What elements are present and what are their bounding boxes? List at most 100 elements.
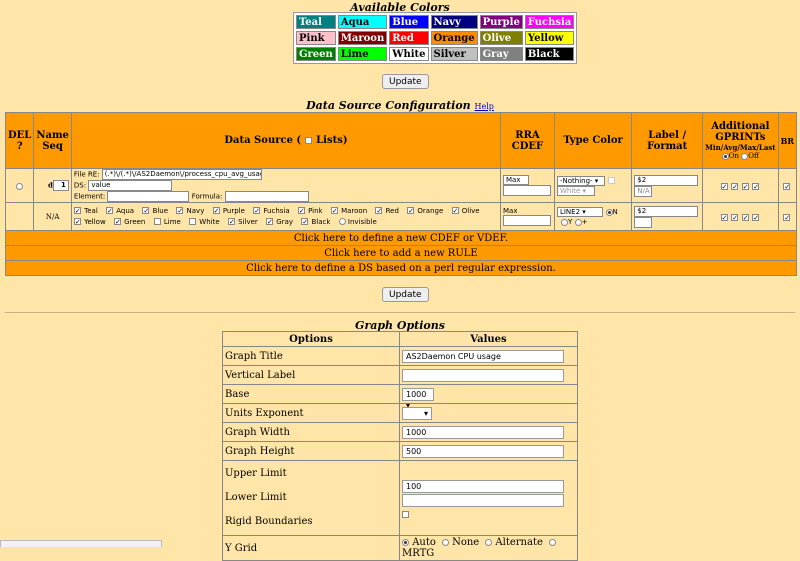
row2-color-checkbox-green[interactable]: ✓ [113,218,121,226]
row2-color-checkbox-black[interactable]: ✓ [301,218,309,226]
row2-gprint-avg[interactable]: ✓ [731,213,739,221]
row1-br-checkbox[interactable]: ✓ [783,182,791,190]
row2-color-checkbox-orange[interactable]: ✓ [407,207,415,215]
gprints-on-radio[interactable] [721,152,729,160]
help-link[interactable]: Help [475,102,494,111]
row2-color-option-purple: ✓ Purple [212,206,245,215]
row2-type-select[interactable]: LINE2 ▾ [556,207,603,217]
rigid-boundaries-checkbox[interactable] [402,511,409,518]
base-label: Base [223,385,399,403]
row1-type-select[interactable]: -Nothing- ▾ [556,175,605,186]
col-gprints: Additional GPRINTs Min/Avg/Max/Last On O… [703,113,778,168]
row2-label-input[interactable]: $2 [634,205,699,217]
lower-limit-input[interactable] [402,494,564,507]
add-rule-link[interactable]: Click here to add a new RULE [6,246,796,260]
row2-color-label-green: Green [124,217,146,226]
col-rra-cdef: RRA CDEF [501,113,554,168]
row2-gprint-last[interactable]: ✓ [752,213,760,221]
row2-color-checkbox-teal[interactable]: ✓ [73,207,81,215]
graph-width-input[interactable]: 1000 [402,425,564,439]
col-data-source-text: Data Source ( [224,135,302,146]
row2-radio-plus[interactable] [574,218,582,226]
row2-color-checkbox-red[interactable]: ✓ [375,207,383,215]
row2-br-checkbox[interactable]: ✓ [783,213,791,221]
formula-input[interactable] [224,191,309,202]
row1-seq-input[interactable]: 1 [52,180,69,191]
row1-type-value: -Nothing- [559,176,593,185]
graph-height-input[interactable]: 500 [402,444,564,458]
row2-color-checkbox-pink[interactable]: ✓ [297,207,305,215]
row2-color-checkbox-white[interactable] [189,218,197,225]
row2-color-checkbox-purple[interactable]: ✓ [212,207,220,215]
row1-type-checkbox[interactable] [607,177,615,184]
row2-color-label-lime: Lime [163,217,181,226]
row2-color-checkbox-gray[interactable]: ✓ [266,218,274,226]
vertical-label-label: Vertical Label [223,366,399,384]
row2-radio-n[interactable] [605,208,613,216]
element-input[interactable] [107,191,190,202]
row2-color-checkbox-silver[interactable]: ✓ [227,218,235,226]
update-button-bottom[interactable]: Update [382,287,429,302]
row1-gprint-avg[interactable]: ✓ [731,182,739,190]
units-exponent-select[interactable]: ▾ [402,406,432,420]
y-grid-radio-none[interactable] [441,539,449,546]
file-re-input[interactable]: (.*)\/(.*)\/AS2Daemon\/process_cpu_avg_u… [101,169,262,180]
ds-input[interactable]: value [88,180,173,191]
gprints-sub: Min/Avg/Max/Last [705,143,776,152]
row1-rra-select[interactable]: Max ▾ [503,175,529,192]
ds-config-table: DEL ? Name Seq Data Source ( Lists) RRA … [5,112,797,276]
row1-color-select[interactable]: White ▾ [556,185,595,196]
row1-cdef-input[interactable] [503,185,551,196]
row2-color-checkbox-maroon[interactable]: ✓ [330,207,338,215]
color-swatch-blue: Blue [389,15,429,29]
row1-color-value: White [559,186,581,195]
row2-color-checkbox-fuchsia[interactable]: ✓ [253,207,261,215]
col-del: DEL ? [6,113,34,168]
define-cdef-link[interactable]: Click here to define a new CDEF or VDEF. [6,231,796,245]
gprints-off-radio[interactable] [741,152,749,160]
row2-radio-y[interactable] [560,218,568,226]
row2-gprint-min[interactable]: ✓ [720,213,728,221]
row2-color-label-purple: Purple [222,206,245,215]
row2-color-option-black: ✓ Black [301,218,330,226]
col-type-color: Type Color [554,113,632,168]
y-grid-radio-mrtg[interactable] [548,539,556,546]
define-perl-ds-link[interactable]: Click here to define a DS based on a per… [6,261,796,275]
ds-row-1: d1 File RE: (.*)\/(.*)\/AS2Daemon\/proce… [6,169,796,202]
row2-color-checkbox-yellow[interactable]: ✓ [73,218,81,226]
gprints-on-label: On [728,152,739,160]
row1-label-input[interactable]: $2 [634,174,699,186]
y-grid-radio-auto[interactable] [402,539,409,546]
row2-color-label-fuchsia: Fuchsia [263,206,290,215]
base-select[interactable]: 1000 ▾ [402,387,434,410]
row2-color-option-navy: ✓ Navy [176,207,204,215]
row2-color-label-aqua: Aqua [116,206,135,215]
row2-cdef-input[interactable] [503,215,551,226]
color-palette: Teal Aqua Blue Navy Purple Fuchsia Pink Maroon R… [293,12,578,64]
y-grid-radio-alternate[interactable] [485,539,493,546]
row2-type-value: LINE2 [559,208,581,216]
vertical-label-input[interactable] [402,368,564,382]
file-re-label: File RE: [73,170,100,179]
graph-title-input[interactable]: AS2Daemon CPU usage [402,349,564,363]
row2-color-checkbox-lime[interactable] [153,218,161,225]
upper-limit-input[interactable]: 100 [402,480,564,493]
row2-format-input[interactable] [634,216,653,228]
row2-color-option-red: ✓ Red [375,207,399,215]
row1-gprint-min[interactable]: ✓ [720,182,728,190]
row2-color-option-aqua: ✓ Aqua [106,207,134,215]
y-grid-label-auto: Auto [412,537,436,548]
row2-color-checkbox-olive[interactable]: ✓ [451,207,459,215]
row1-format-input[interactable]: N/A [634,185,653,197]
row1-gprint-last[interactable]: ✓ [752,182,760,190]
row1-gprint-max[interactable]: ✓ [741,182,749,190]
row2-color-checkbox-navy[interactable]: ✓ [176,207,184,215]
row2-color-checkbox-invisible[interactable] [338,218,346,225]
update-button-top[interactable]: Update [382,74,429,89]
row2-radio-n-label: N [612,208,618,216]
lists-checkbox[interactable] [304,137,312,144]
row2-gprint-max[interactable]: ✓ [741,213,749,221]
row2-color-checkbox-blue[interactable]: ✓ [142,207,150,215]
row2-color-checkbox-aqua[interactable]: ✓ [106,207,114,215]
row1-del-checkbox[interactable] [16,182,24,190]
